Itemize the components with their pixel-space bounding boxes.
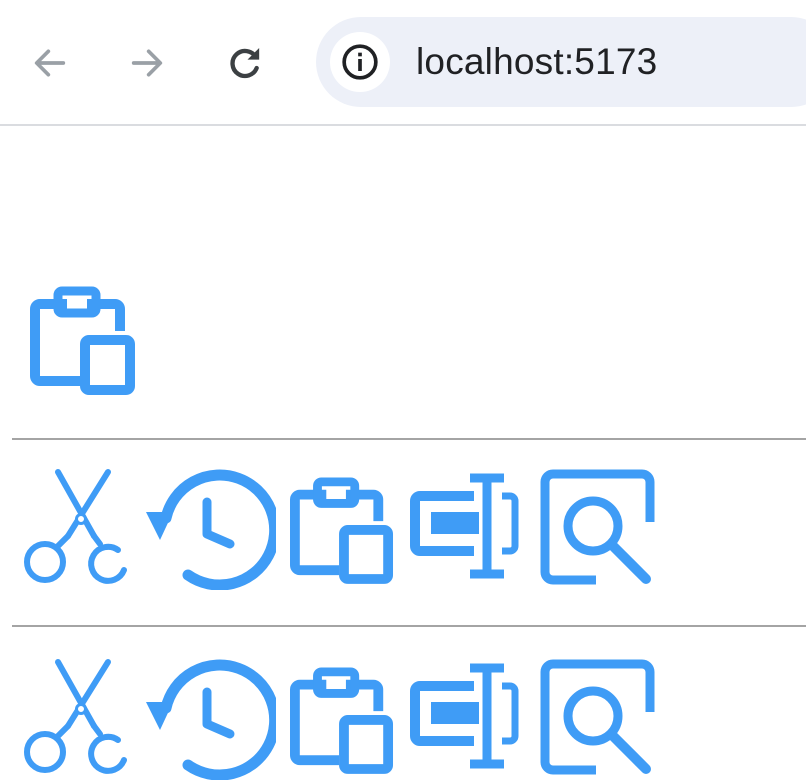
scissors-icon [20,656,134,780]
reload-icon [230,48,260,79]
paste-icon [290,656,394,780]
reload-button[interactable] [218,36,272,90]
forward-button[interactable] [120,36,174,90]
back-button[interactable] [23,36,77,90]
address-bar[interactable]: localhost:5173 [316,17,806,107]
url-text[interactable]: localhost:5173 [416,39,657,85]
search-preview-icon [538,466,658,590]
arrow-left-icon [34,49,66,77]
divider [12,438,806,440]
history-icon [140,466,276,590]
rename-icon [410,466,524,590]
paste-icon [30,278,136,398]
browser-toolbar: localhost:5173 [0,0,806,126]
divider [12,625,806,627]
search-preview-icon [538,656,658,780]
info-circle-icon [342,44,378,80]
arrow-right-icon [131,49,163,77]
paste-icon [290,466,394,590]
rename-icon [410,656,524,780]
history-icon [140,656,276,780]
scissors-icon [20,466,134,590]
site-info-button[interactable] [330,32,390,92]
